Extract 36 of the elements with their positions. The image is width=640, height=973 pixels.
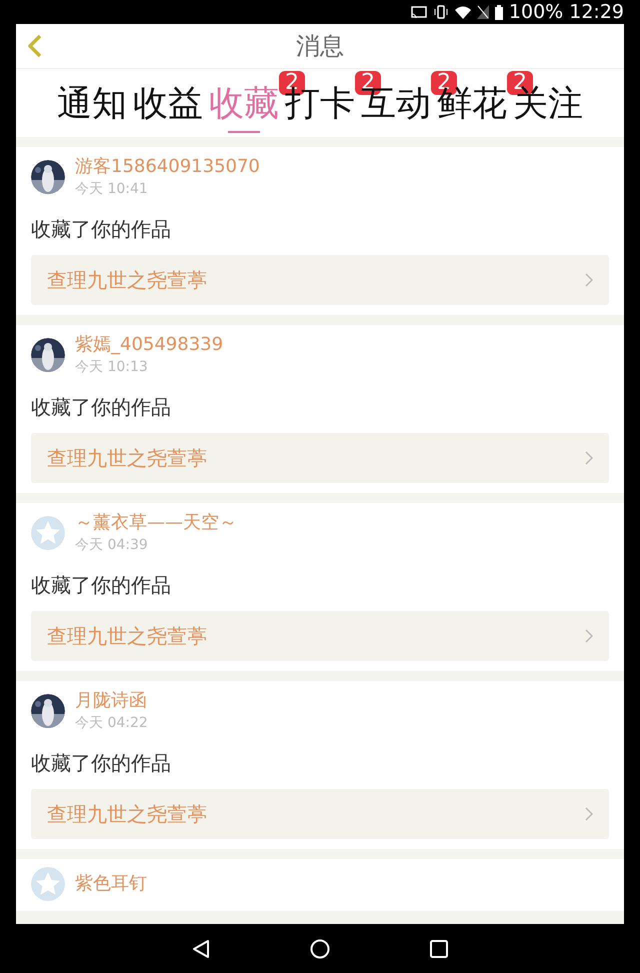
tab[interactable]: 通知 [57,83,127,141]
selected-indicator [228,131,260,133]
work-link[interactable]: 查理九世之尧萱葶 [31,255,609,305]
vibrate-icon [432,5,449,19]
home-icon[interactable] [310,938,330,958]
page-title: 消息 [296,31,344,62]
user-name[interactable]: 月陇诗函 [75,689,148,713]
cast-icon [410,6,427,18]
user-name[interactable]: ～薰衣草——天空～ [75,511,237,535]
timestamp: 今天 04:39 [75,536,149,555]
timestamp: 今天 10:13 [75,358,149,377]
message-text: 收藏了你的作品 [31,750,172,777]
battery-icon [494,4,503,20]
tab[interactable]: 收益 [133,83,203,141]
chevron-icon [585,629,593,643]
user-name[interactable]: 游客1586409135070 [75,155,260,179]
work-link[interactable]: 查理九世之尧萱葶 [31,789,609,839]
chevron-icon [585,273,593,287]
chevron-icon [585,451,593,465]
user-name[interactable]: 紫色耳钉 [75,872,147,896]
wifi-icon [454,6,471,18]
battery-level: 100% [508,1,564,23]
work-link[interactable]: 查理九世之尧萱葶 [31,433,609,483]
work-link[interactable]: 查理九世之尧萱葶 [31,611,609,661]
message-text: 收藏了你的作品 [31,572,172,599]
tab[interactable]: 收藏 [209,83,279,141]
no-signal-icon [476,5,489,19]
chevron-icon [585,807,593,821]
message-text: 收藏了你的作品 [31,394,172,421]
back-nav-icon[interactable] [192,938,210,958]
clock: 12:29 [569,1,624,23]
timestamp: 今天 10:41 [75,180,149,199]
recents-icon[interactable] [430,940,448,958]
message-text: 收藏了你的作品 [31,216,172,243]
timestamp: 今天 04:22 [75,714,148,733]
user-name[interactable]: 紫嫣_405498339 [75,333,224,357]
